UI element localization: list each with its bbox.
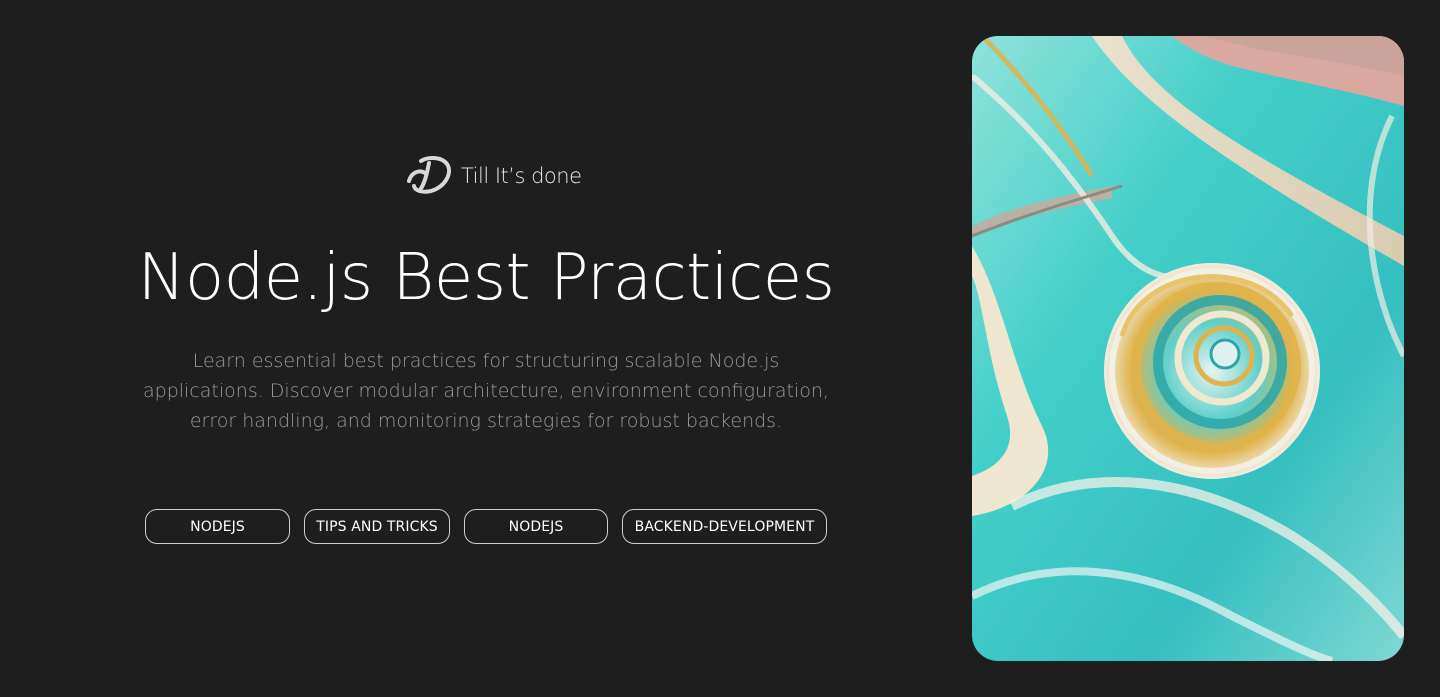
brand-link[interactable]: Till It’s done: [405, 155, 582, 197]
page-title: Node.js Best Practices: [137, 241, 835, 315]
post-description: Learn essential best practices for struc…: [143, 350, 829, 432]
tag-nodejs-2[interactable]: NODEJS: [464, 509, 608, 544]
spiral-shell-landscape-image: [972, 36, 1404, 661]
td-monogram-icon: [407, 156, 451, 194]
brand-name: Till It’s done: [461, 164, 582, 188]
post-intro: Till It’s done Node.js Best Practices Le…: [0, 0, 972, 697]
tag-list: NODEJS TIPS AND TRICKS NODEJS BACKEND-DE…: [145, 509, 827, 544]
blog-post-header: Till It’s done Node.js Best Practices Le…: [0, 0, 1440, 697]
tag-tips-and-tricks[interactable]: TIPS AND TRICKS: [304, 509, 450, 544]
tag-nodejs[interactable]: NODEJS: [145, 509, 290, 544]
tag-backend-development[interactable]: BACKEND-DEVELOPMENT: [622, 509, 827, 544]
hero-image: [972, 36, 1404, 661]
